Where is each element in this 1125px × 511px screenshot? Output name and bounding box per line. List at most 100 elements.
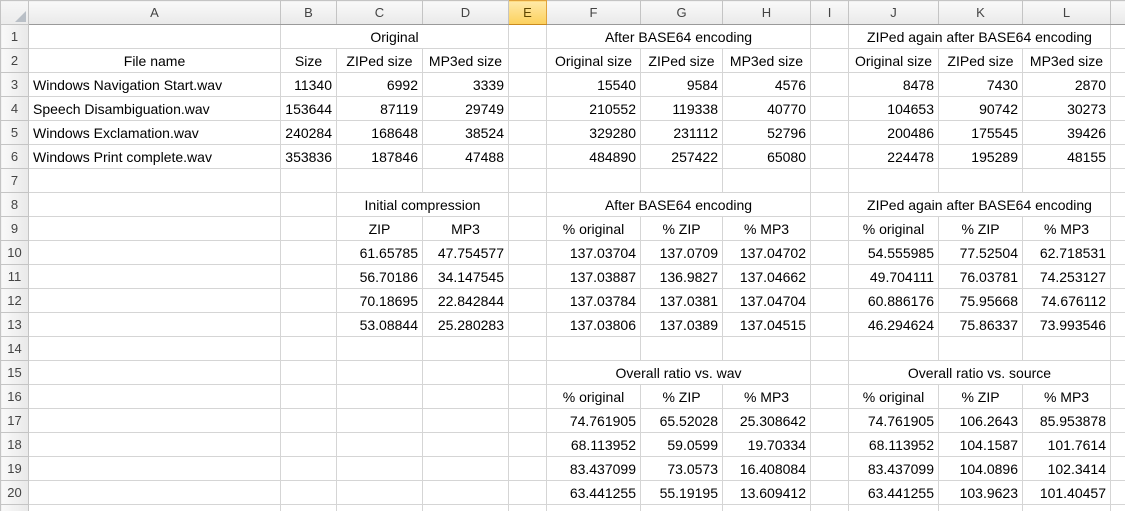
- cell-A6[interactable]: Windows Print complete.wav: [29, 145, 281, 169]
- cell-K9[interactable]: % ZIP: [939, 217, 1023, 241]
- cell-C19[interactable]: [337, 457, 423, 481]
- cell-I1[interactable]: [811, 25, 849, 49]
- cell-C15[interactable]: [337, 361, 423, 385]
- cell-G4[interactable]: 119338: [641, 97, 723, 121]
- cell-B5[interactable]: 240284: [281, 121, 337, 145]
- cell-J16[interactable]: % original: [849, 385, 939, 409]
- cell-G20[interactable]: 55.19195: [641, 481, 723, 505]
- cell-D17[interactable]: [423, 409, 509, 433]
- cell-K2[interactable]: ZIPed size: [939, 49, 1023, 73]
- cell-J21[interactable]: [849, 505, 939, 511]
- cell-partial-3[interactable]: [1111, 73, 1125, 97]
- cell-J8[interactable]: ZIPed again after BASE64 encoding: [849, 193, 1111, 217]
- cell-D5[interactable]: 38524: [423, 121, 509, 145]
- cell-F15[interactable]: Overall ratio vs. wav: [547, 361, 811, 385]
- row-header-17[interactable]: 17: [1, 409, 29, 433]
- cell-D11[interactable]: 34.147545: [423, 265, 509, 289]
- column-header-L[interactable]: L: [1023, 1, 1111, 25]
- cell-A1[interactable]: [29, 25, 281, 49]
- cell-E19[interactable]: [509, 457, 547, 481]
- cell-G16[interactable]: % ZIP: [641, 385, 723, 409]
- cell-C13[interactable]: 53.08844: [337, 313, 423, 337]
- cell-G10[interactable]: 137.0709: [641, 241, 723, 265]
- cell-G9[interactable]: % ZIP: [641, 217, 723, 241]
- cell-J12[interactable]: 60.886176: [849, 289, 939, 313]
- cell-F8[interactable]: After BASE64 encoding: [547, 193, 811, 217]
- cell-A21[interactable]: [29, 505, 281, 511]
- row-header-11[interactable]: 11: [1, 265, 29, 289]
- cell-J6[interactable]: 224478: [849, 145, 939, 169]
- cell-G7[interactable]: [641, 169, 723, 193]
- cell-L2[interactable]: MP3ed size: [1023, 49, 1111, 73]
- cell-F20[interactable]: 63.441255: [547, 481, 641, 505]
- row-header-14[interactable]: 14: [1, 337, 29, 361]
- cell-H3[interactable]: 4576: [723, 73, 811, 97]
- cell-C2[interactable]: ZIPed size: [337, 49, 423, 73]
- cell-E14[interactable]: [509, 337, 547, 361]
- column-header-E[interactable]: E: [509, 1, 547, 25]
- cell-G14[interactable]: [641, 337, 723, 361]
- cell-C12[interactable]: 70.18695: [337, 289, 423, 313]
- cell-G18[interactable]: 59.0599: [641, 433, 723, 457]
- cell-B4[interactable]: 153644: [281, 97, 337, 121]
- cell-E13[interactable]: [509, 313, 547, 337]
- cell-L6[interactable]: 48155: [1023, 145, 1111, 169]
- cell-J1[interactable]: ZIPed again after BASE64 encoding: [849, 25, 1111, 49]
- cell-D19[interactable]: [423, 457, 509, 481]
- cell-B7[interactable]: [281, 169, 337, 193]
- cell-L10[interactable]: 62.718531: [1023, 241, 1111, 265]
- cell-K4[interactable]: 90742: [939, 97, 1023, 121]
- cell-J7[interactable]: [849, 169, 939, 193]
- cell-C11[interactable]: 56.70186: [337, 265, 423, 289]
- cell-partial-14[interactable]: [1111, 337, 1125, 361]
- cell-B21[interactable]: [281, 505, 337, 511]
- cell-I18[interactable]: [811, 433, 849, 457]
- cell-partial-16[interactable]: [1111, 385, 1125, 409]
- cell-L3[interactable]: 2870: [1023, 73, 1111, 97]
- cell-A11[interactable]: [29, 265, 281, 289]
- cell-K12[interactable]: 75.95668: [939, 289, 1023, 313]
- cell-E18[interactable]: [509, 433, 547, 457]
- cell-F11[interactable]: 137.03887: [547, 265, 641, 289]
- cell-L21[interactable]: [1023, 505, 1111, 511]
- cell-D7[interactable]: [423, 169, 509, 193]
- cell-H19[interactable]: 16.408084: [723, 457, 811, 481]
- cell-L18[interactable]: 101.7614: [1023, 433, 1111, 457]
- row-header-3[interactable]: 3: [1, 73, 29, 97]
- cell-J20[interactable]: 63.441255: [849, 481, 939, 505]
- column-header-H[interactable]: H: [723, 1, 811, 25]
- cell-H7[interactable]: [723, 169, 811, 193]
- column-header-D[interactable]: D: [423, 1, 509, 25]
- cell-E11[interactable]: [509, 265, 547, 289]
- cell-E8[interactable]: [509, 193, 547, 217]
- cell-B9[interactable]: [281, 217, 337, 241]
- cell-B20[interactable]: [281, 481, 337, 505]
- cell-J3[interactable]: 8478: [849, 73, 939, 97]
- cell-D12[interactable]: 22.842844: [423, 289, 509, 313]
- row-header-21[interactable]: [1, 505, 29, 511]
- cell-K17[interactable]: 106.2643: [939, 409, 1023, 433]
- cell-H5[interactable]: 52796: [723, 121, 811, 145]
- select-all-corner[interactable]: [1, 1, 29, 25]
- cell-I8[interactable]: [811, 193, 849, 217]
- row-header-20[interactable]: 20: [1, 481, 29, 505]
- cell-G5[interactable]: 231112: [641, 121, 723, 145]
- cell-partial-18[interactable]: [1111, 433, 1125, 457]
- cell-D18[interactable]: [423, 433, 509, 457]
- cell-I3[interactable]: [811, 73, 849, 97]
- cell-C7[interactable]: [337, 169, 423, 193]
- cell-J14[interactable]: [849, 337, 939, 361]
- cell-I16[interactable]: [811, 385, 849, 409]
- cell-C16[interactable]: [337, 385, 423, 409]
- cell-K16[interactable]: % ZIP: [939, 385, 1023, 409]
- cell-J17[interactable]: 74.761905: [849, 409, 939, 433]
- row-header-7[interactable]: 7: [1, 169, 29, 193]
- cell-L12[interactable]: 74.676112: [1023, 289, 1111, 313]
- cell-C9[interactable]: ZIP: [337, 217, 423, 241]
- cell-B18[interactable]: [281, 433, 337, 457]
- cell-J19[interactable]: 83.437099: [849, 457, 939, 481]
- cell-A18[interactable]: [29, 433, 281, 457]
- cell-A10[interactable]: [29, 241, 281, 265]
- cell-L7[interactable]: [1023, 169, 1111, 193]
- cell-K13[interactable]: 75.86337: [939, 313, 1023, 337]
